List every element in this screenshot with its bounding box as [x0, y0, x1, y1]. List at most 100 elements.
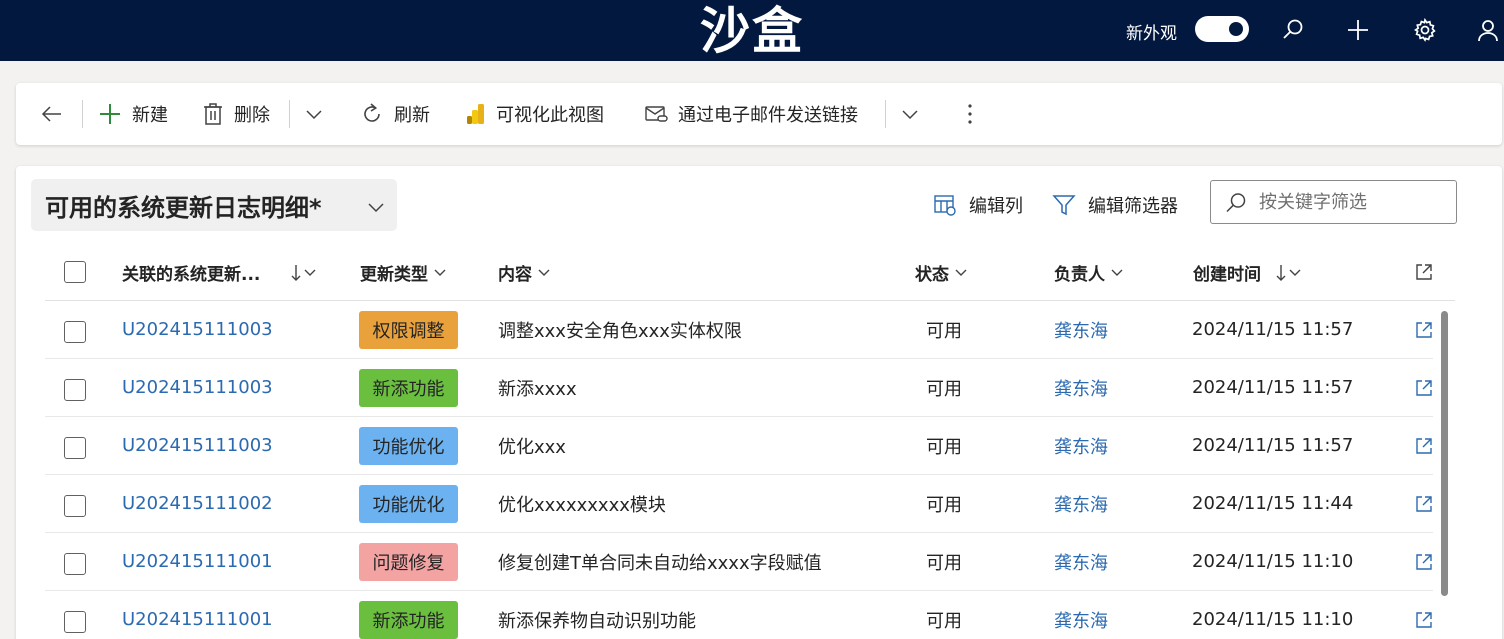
open-in-new-window-icon[interactable]	[1415, 263, 1433, 285]
table-row[interactable]: U202415111003 权限调整 调整xxx安全角色xxx实体权限 可用 龚…	[45, 301, 1433, 359]
filter-icon	[1052, 195, 1076, 216]
row-checkbox[interactable]	[64, 553, 86, 575]
view-card: 可用的系统更新日志明细* 编辑列 编辑筛选器 关联的系统更新... 更新类型 内…	[16, 166, 1502, 639]
owner-link[interactable]: 龚东海	[1054, 301, 1108, 358]
content-cell: 优化xxx	[498, 436, 566, 458]
new-label: 新建	[132, 105, 168, 126]
table-row[interactable]: U202415111001 新添功能 新添保养物自动识别功能 可用 龚东海 20…	[45, 591, 1433, 639]
content-cell: 优化xxxxxxxxx模块	[498, 494, 666, 516]
status-cell: 可用	[926, 552, 962, 574]
ref-link[interactable]: U202415111003	[122, 301, 273, 358]
refresh-button[interactable]: 刷新	[360, 83, 430, 145]
chevron-down-icon	[368, 203, 384, 213]
open-record-icon[interactable]	[1415, 437, 1433, 459]
content-cell: 新添保养物自动识别功能	[498, 610, 696, 632]
grid-header: 关联的系统更新... 更新类型 内容 状态 负责人 创建时间	[45, 244, 1455, 301]
content-cell: 调整xxx安全角色xxx实体权限	[498, 320, 742, 342]
back-button[interactable]	[40, 83, 64, 145]
column-header-created[interactable]: 创建时间	[1193, 244, 1301, 301]
plus-icon	[100, 104, 120, 124]
row-checkbox[interactable]	[64, 437, 86, 459]
created-cell: 2024/11/15 11:10	[1192, 609, 1354, 630]
edit-columns-label: 编辑列	[969, 196, 1023, 217]
top-navigation-bar: 沙盒 新外观	[0, 0, 1504, 61]
ref-link[interactable]: U202415111003	[122, 359, 273, 416]
edit-filters-button[interactable]: 编辑筛选器	[1052, 190, 1178, 220]
open-record-icon[interactable]	[1415, 379, 1433, 401]
table-row[interactable]: U202415111003 新添功能 新添xxxx 可用 龚东海 2024/11…	[45, 359, 1433, 417]
overflow-menu-button[interactable]	[962, 83, 978, 145]
sort-descending-icon	[284, 264, 316, 282]
email-options-dropdown[interactable]	[900, 83, 920, 145]
settings-gear-icon[interactable]	[1409, 14, 1441, 46]
sort-descending-icon	[1269, 264, 1301, 282]
open-record-icon[interactable]	[1415, 495, 1433, 517]
email-link-icon	[645, 106, 668, 122]
owner-link[interactable]: 龚东海	[1054, 533, 1108, 590]
ref-link[interactable]: U202415111003	[122, 417, 273, 474]
status-cell: 可用	[926, 436, 962, 458]
edit-columns-button[interactable]: 编辑列	[933, 190, 1023, 220]
type-tag: 功能优化	[359, 485, 458, 523]
column-header-ref[interactable]: 关联的系统更新...	[122, 244, 316, 301]
type-tag: 新添功能	[359, 369, 458, 407]
table-row[interactable]: U202415111001 问题修复 修复创建T单合同未自动给xxxx字段赋值 …	[45, 533, 1433, 591]
email-link-button[interactable]: 通过电子邮件发送链接	[644, 83, 858, 145]
divider	[885, 100, 886, 128]
search-icon[interactable]	[1277, 14, 1309, 46]
email-link-label: 通过电子邮件发送链接	[678, 105, 858, 126]
owner-link[interactable]: 龚东海	[1054, 359, 1108, 416]
owner-link[interactable]: 龚东海	[1054, 417, 1108, 474]
row-checkbox[interactable]	[64, 321, 86, 343]
toggle-knob	[1229, 22, 1243, 36]
ref-link[interactable]: U202415111001	[122, 591, 273, 639]
status-cell: 可用	[926, 378, 962, 400]
power-bi-icon	[467, 104, 484, 124]
column-header-status[interactable]: 状态	[915, 244, 967, 301]
type-tag: 权限调整	[359, 311, 458, 349]
open-record-icon[interactable]	[1415, 553, 1433, 575]
user-profile-icon[interactable]	[1472, 14, 1504, 46]
status-cell: 可用	[926, 610, 962, 632]
new-button[interactable]: 新建	[98, 83, 168, 145]
chevron-down-icon	[902, 110, 918, 120]
more-commands-dropdown[interactable]	[304, 83, 324, 145]
created-cell: 2024/11/15 11:44	[1192, 493, 1354, 514]
visualize-view-label: 可视化此视图	[496, 105, 604, 126]
view-selector[interactable]: 可用的系统更新日志明细*	[31, 179, 397, 231]
delete-button[interactable]: 删除	[202, 83, 270, 145]
divider	[289, 100, 290, 128]
table-row[interactable]: U202415111002 功能优化 优化xxxxxxxxx模块 可用 龚东海 …	[45, 475, 1433, 533]
created-cell: 2024/11/15 11:57	[1192, 435, 1354, 456]
delete-label: 删除	[234, 105, 270, 126]
add-icon[interactable]	[1342, 14, 1374, 46]
column-header-label: 创建时间	[1193, 265, 1261, 285]
keyword-filter-input-box[interactable]	[1210, 180, 1457, 224]
new-look-toggle[interactable]	[1195, 16, 1249, 42]
type-tag: 功能优化	[359, 427, 458, 465]
column-header-content[interactable]: 内容	[498, 244, 550, 301]
ref-link[interactable]: U202415111002	[122, 475, 273, 532]
column-header-owner[interactable]: 负责人	[1054, 244, 1123, 301]
row-checkbox[interactable]	[64, 611, 86, 633]
ref-link[interactable]: U202415111001	[122, 533, 273, 590]
owner-link[interactable]: 龚东海	[1054, 475, 1108, 532]
command-bar: 新建 删除 刷新 可视化此视图 通过电子邮件发送链接	[16, 83, 1502, 145]
vertical-scrollbar[interactable]	[1441, 311, 1448, 596]
row-checkbox[interactable]	[64, 379, 86, 401]
visualize-view-button[interactable]: 可视化此视图	[466, 83, 604, 145]
owner-link[interactable]: 龚东海	[1054, 591, 1108, 639]
column-header-label: 关联的系统更新...	[122, 265, 261, 285]
column-header-type[interactable]: 更新类型	[360, 244, 446, 301]
chevron-down-icon	[538, 269, 550, 276]
open-record-icon[interactable]	[1415, 321, 1433, 343]
table-row[interactable]: U202415111003 功能优化 优化xxx 可用 龚东海 2024/11/…	[45, 417, 1433, 475]
type-tag: 新添功能	[359, 601, 458, 639]
row-checkbox[interactable]	[64, 495, 86, 517]
select-all-checkbox[interactable]	[64, 261, 86, 283]
edit-filters-label: 编辑筛选器	[1088, 196, 1178, 217]
keyword-filter-input[interactable]	[1259, 189, 1449, 215]
view-title: 可用的系统更新日志明细*	[45, 193, 322, 222]
open-record-icon[interactable]	[1415, 611, 1433, 633]
more-vertical-icon	[968, 104, 972, 124]
